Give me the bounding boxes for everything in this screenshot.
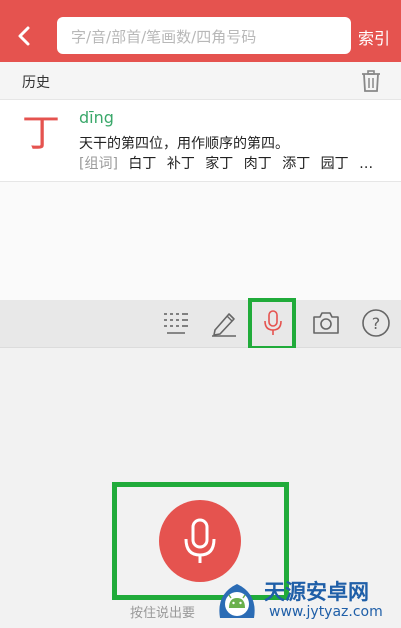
entry-definition: 天干的第四位，用作顺序的第四。 bbox=[79, 136, 289, 152]
camera-icon bbox=[313, 312, 339, 334]
hold-to-speak-hint: 按住说出要 bbox=[130, 606, 196, 621]
handwriting-mode-button[interactable] bbox=[209, 308, 239, 338]
watermark-url: www.jytyaz.com bbox=[269, 604, 383, 620]
word-item[interactable]: 白丁 bbox=[128, 156, 156, 172]
watermark-title: 天源安卓网 bbox=[264, 580, 369, 604]
android-logo-icon bbox=[219, 584, 255, 618]
search-input[interactable] bbox=[69, 17, 355, 56]
camera-mode-button[interactable] bbox=[311, 308, 341, 338]
back-button[interactable] bbox=[12, 22, 38, 50]
word-item[interactable]: 补丁 bbox=[167, 156, 195, 172]
keyboard-mode-button[interactable] bbox=[161, 308, 191, 338]
search-box[interactable] bbox=[57, 17, 355, 56]
history-entry[interactable]: 丁 dīng 天干的第四位，用作顺序的第四。 [组词] 白丁 补丁 家丁 肉丁 … bbox=[0, 100, 401, 182]
word-more: … bbox=[359, 156, 374, 172]
word-item[interactable]: 家丁 bbox=[205, 156, 233, 172]
empty-area bbox=[0, 182, 401, 300]
back-arrow-icon bbox=[18, 26, 30, 46]
list-keyboard-icon bbox=[164, 313, 188, 334]
history-title: 历史 bbox=[22, 75, 50, 91]
word-item[interactable]: 添丁 bbox=[282, 156, 310, 172]
help-button[interactable]: ? bbox=[361, 308, 391, 338]
question-icon: ? bbox=[362, 309, 390, 337]
words-tag: [组词] bbox=[79, 156, 118, 172]
trash-icon bbox=[362, 70, 380, 92]
word-item[interactable]: 肉丁 bbox=[244, 156, 272, 172]
word-item[interactable]: 园丁 bbox=[321, 156, 349, 172]
entry-character: 丁 bbox=[22, 111, 61, 155]
index-link[interactable]: 索引 bbox=[358, 25, 390, 49]
status-bar bbox=[0, 0, 401, 10]
clear-history-button[interactable] bbox=[361, 70, 381, 92]
svg-text:?: ? bbox=[372, 314, 381, 333]
entry-pinyin: dīng bbox=[79, 108, 114, 127]
entry-words: [组词] 白丁 补丁 家丁 肉丁 添丁 园丁 … bbox=[79, 153, 389, 173]
pencil-icon bbox=[212, 313, 236, 337]
highlight-box-toolbar-mic bbox=[248, 298, 296, 350]
input-mode-toolbar: ? bbox=[0, 300, 401, 348]
history-header: 历史 bbox=[0, 62, 401, 100]
header-bar: 索引 bbox=[0, 10, 401, 62]
site-watermark: 天源安卓网 www.jytyaz.com bbox=[212, 572, 401, 628]
